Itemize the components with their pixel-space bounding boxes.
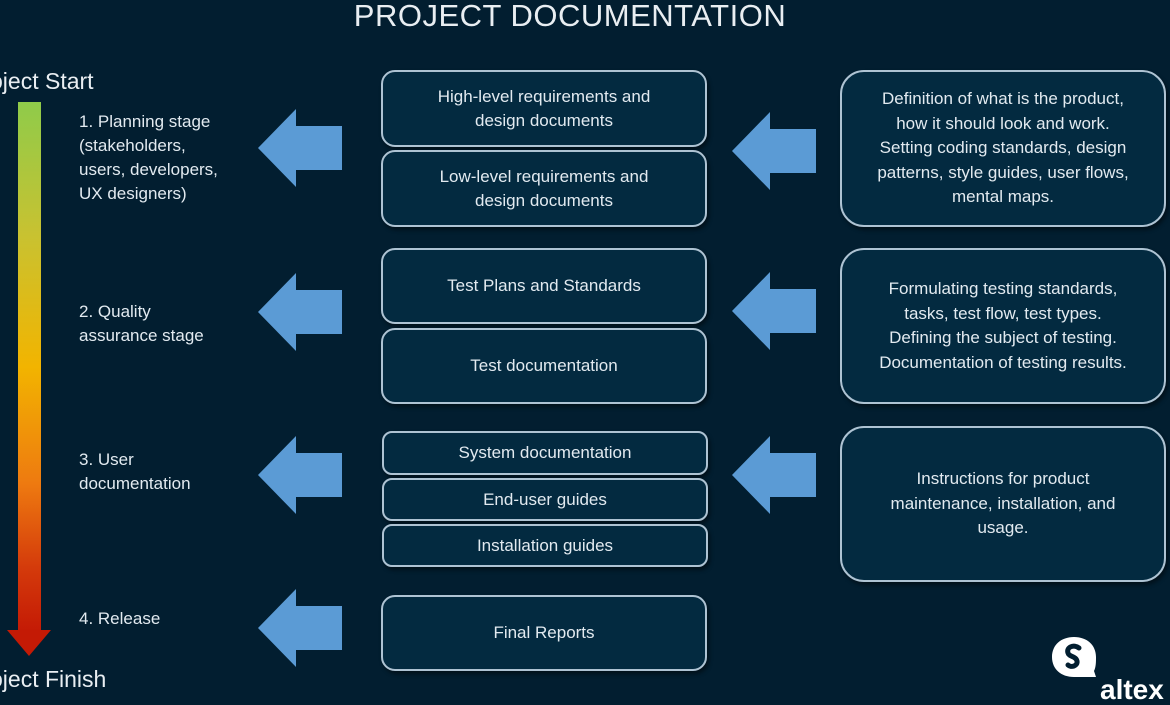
description-planning: Definition of what is the product, how i… — [840, 70, 1166, 227]
stage-user-documentation: 3. User documentation — [79, 450, 191, 493]
doc-high-level-requirements: High-level requirements and design docum… — [381, 70, 707, 147]
description-user-documentation: Instructions for product maintenance, in… — [840, 426, 1166, 582]
timeline-arrow-head-icon — [7, 630, 51, 656]
doc-test-plans: Test Plans and Standards — [381, 248, 707, 324]
doc-final-reports: Final Reports — [381, 595, 707, 671]
left-arrow-icon — [258, 273, 342, 351]
stage-planning: 1. Planning stage (stakeholders, users, … — [79, 112, 218, 203]
doc-end-user-guides: End-user guides — [382, 478, 708, 521]
left-arrow-icon — [258, 436, 342, 514]
timeline-bar — [18, 102, 41, 632]
left-arrow-icon — [258, 109, 342, 187]
stage-quality-assurance: 2. Quality assurance stage — [79, 302, 204, 345]
project-start-label: Project Start — [0, 68, 94, 94]
doc-low-level-requirements: Low-level requirements and design docume… — [381, 150, 707, 227]
doc-installation-guides: Installation guides — [382, 524, 708, 567]
left-arrow-icon — [732, 272, 816, 350]
left-arrow-icon — [258, 589, 342, 667]
altexsoft-logo-icon — [1052, 637, 1096, 677]
left-arrow-icon — [732, 436, 816, 514]
description-quality-assurance: Formulating testing standards, tasks, te… — [840, 248, 1166, 404]
doc-system-documentation: System documentation — [382, 431, 708, 475]
diagram-title: PROJECT DOCUMENTATION — [353, 0, 787, 33]
stage-release: 4. Release — [79, 609, 161, 628]
left-arrow-icon — [732, 112, 816, 190]
doc-test-documentation: Test documentation — [381, 328, 707, 404]
project-finish-label: Project Finish — [0, 666, 107, 692]
logo-text: altex — [1100, 674, 1164, 705]
